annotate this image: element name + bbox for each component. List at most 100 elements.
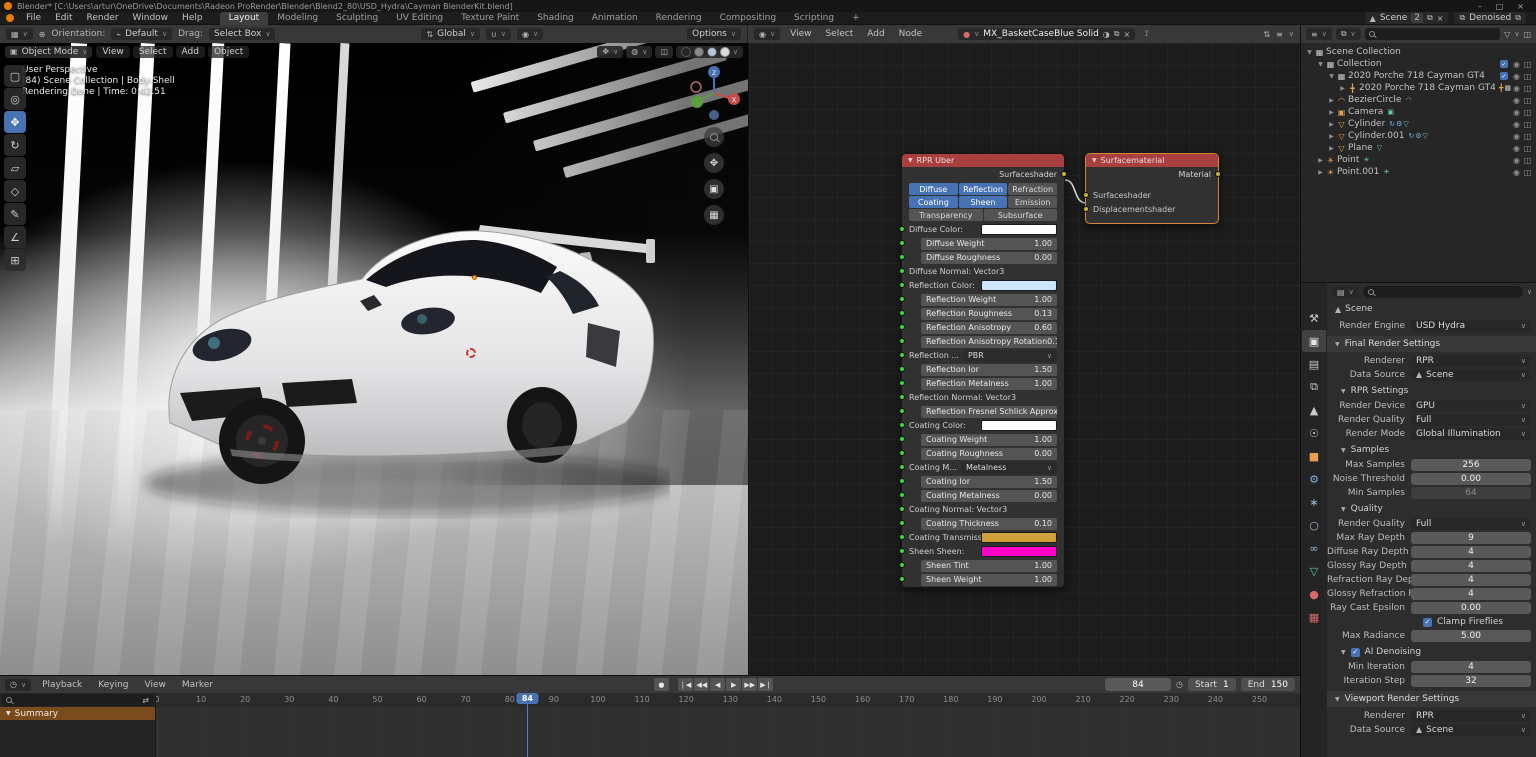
hide-eye-icon[interactable]: ◉ — [1511, 120, 1522, 129]
uber-param-sheen-sheen[interactable]: Sheen Sheen: — [909, 545, 1057, 558]
uber-param-coating-m[interactable]: Coating M...Metalness∨ — [909, 461, 1057, 474]
viewport-menu-object[interactable]: Object — [208, 46, 249, 58]
editor-type-button[interactable]: ▦∨ — [6, 28, 33, 40]
input-socket[interactable] — [899, 492, 905, 498]
setting-number-field[interactable]: 64 — [1411, 487, 1531, 499]
viewport-menu-add[interactable]: Add — [176, 46, 205, 58]
uber-param-diffuse-normal-vector3[interactable]: Diffuse Normal: Vector3 — [909, 265, 1057, 278]
rpr-uber-node[interactable]: ▼RPR Uber Surfaceshader DiffuseReflectio… — [901, 153, 1065, 588]
zoom-button[interactable] — [704, 127, 724, 147]
timeline-menu-keying[interactable]: Keying — [91, 680, 135, 690]
uber-param-reflection-roughness[interactable]: Reflection Roughness0.13 — [909, 307, 1057, 320]
outliner-item-cylinder-001[interactable]: ▶▽Cylinder.001↻⚙▽◉◫ — [1301, 130, 1536, 142]
properties-tab-scene[interactable]: ▲ — [1302, 399, 1326, 421]
setting-dropdown[interactable]: RPR∨ — [1411, 710, 1531, 722]
menu-render[interactable]: Render — [80, 13, 126, 23]
hide-eye-icon[interactable]: ◉ — [1511, 96, 1522, 105]
param-slider[interactable]: Reflection Weight1.00 — [921, 294, 1057, 306]
disable-render-icon[interactable]: ◫ — [1522, 132, 1533, 141]
properties-tab-output[interactable]: ▤ — [1302, 353, 1326, 375]
uber-param-reflection-normal-vector3[interactable]: Reflection Normal: Vector3 — [909, 391, 1057, 404]
uber-param-sheen-tint[interactable]: Sheen Tint1.00 — [909, 559, 1057, 572]
hide-eye-icon[interactable]: ◉ — [1511, 60, 1522, 69]
hide-eye-icon[interactable]: ◉ — [1511, 72, 1522, 81]
uber-param-diffuse-color[interactable]: Diffuse Color: — [909, 223, 1057, 236]
properties-type-button[interactable]: ▤∨ — [1332, 286, 1359, 298]
input-socket[interactable] — [899, 226, 905, 232]
expand-icon[interactable]: ▼ — [1316, 61, 1325, 68]
rotate-tool[interactable]: ↻ — [4, 134, 26, 156]
add-cube-tool[interactable]: ⊞ — [4, 249, 26, 271]
properties-tab-view-layer[interactable]: ⧉ — [1302, 376, 1326, 398]
input-socket[interactable] — [899, 506, 905, 512]
outliner-item-point[interactable]: ▶☀Point☀◉◫ — [1301, 154, 1536, 166]
properties-tab-material[interactable]: ● — [1302, 583, 1326, 605]
color-swatch[interactable] — [981, 420, 1057, 431]
setting-number-field[interactable]: 4 — [1411, 574, 1531, 586]
input-socket[interactable] — [899, 562, 905, 568]
disable-render-icon[interactable]: ◫ — [1522, 72, 1533, 81]
properties-tab-texture[interactable]: ▦ — [1302, 606, 1326, 628]
drag-dropdown[interactable]: Select Box∨ — [209, 28, 275, 40]
hide-eye-icon[interactable]: ◉ — [1511, 156, 1522, 165]
param-slider[interactable]: Coating Thickness0.10 — [921, 518, 1057, 530]
node-menu-node[interactable]: Node — [893, 29, 929, 39]
setting-number-field[interactable]: 4 — [1411, 560, 1531, 572]
output-socket[interactable] — [1061, 171, 1067, 177]
jump-to-end-button[interactable]: ▶❘ — [758, 678, 773, 691]
timeline-ruler[interactable]: 0102030405060708090100110120130140150160… — [0, 693, 1300, 707]
uber-param-reflection-ior[interactable]: Reflection Ior1.50 — [909, 363, 1057, 376]
expand-icon[interactable]: ▶ — [1316, 157, 1325, 164]
input-socket[interactable] — [899, 254, 905, 260]
expand-icon[interactable]: ▶ — [1327, 121, 1336, 128]
param-slider[interactable]: Coating Metalness0.00 — [921, 490, 1057, 502]
measure-tool[interactable]: ∠ — [4, 226, 26, 248]
move-tool[interactable]: ✥ — [4, 111, 26, 133]
hide-eye-icon[interactable]: ◉ — [1511, 144, 1522, 153]
param-slider[interactable]: Reflection Ior1.50 — [921, 364, 1057, 376]
outliner-item-collection[interactable]: ▼▦Collection✓◉◫ — [1301, 58, 1536, 70]
displacementshader-input-socket[interactable] — [1083, 206, 1089, 212]
input-socket[interactable] — [899, 282, 905, 288]
select-box-tool[interactable]: ▢ — [4, 65, 26, 87]
uber-param-diffuse-roughness[interactable]: Diffuse Roughness0.00 — [909, 251, 1057, 264]
unlink-material-icon[interactable]: × — [1124, 30, 1131, 39]
setting-number-field[interactable]: 32 — [1411, 675, 1531, 687]
record-button[interactable]: ● — [654, 678, 669, 691]
setting-dropdown[interactable]: USD Hydra∨ — [1411, 320, 1531, 332]
workspace-tab-shading[interactable]: Shading — [528, 12, 583, 25]
outliner-item-scene-collection[interactable]: ▼▦Scene Collection — [1301, 46, 1536, 58]
input-socket[interactable] — [899, 464, 905, 470]
jump-to-start-button[interactable]: ❘◀ — [678, 678, 693, 691]
properties-tab-render[interactable]: ▣ — [1302, 330, 1326, 352]
setting-dropdown[interactable]: RPR∨ — [1411, 355, 1531, 367]
setting-number-field[interactable]: 0.00 — [1411, 602, 1531, 614]
disable-render-icon[interactable]: ◫ — [1522, 120, 1533, 129]
workspace-tab-sculpting[interactable]: Sculpting — [327, 12, 387, 25]
panel-header-viewport-render-settings[interactable]: ▼Viewport Render Settings — [1327, 691, 1536, 707]
properties-tab-particles[interactable]: ∗ — [1302, 491, 1326, 513]
input-socket[interactable] — [899, 324, 905, 330]
setting-dropdown[interactable]: Full∨ — [1411, 414, 1531, 426]
color-swatch[interactable] — [981, 280, 1057, 291]
outliner-item-2020-porche-718-cayman-gt4[interactable]: ▶╋2020 Porche 718 Cayman GT4╋▦◉◫ — [1301, 82, 1536, 94]
hide-eye-icon[interactable]: ◉ — [1511, 84, 1522, 93]
param-slider[interactable]: Coating Ior1.50 — [921, 476, 1057, 488]
setting-number-field[interactable]: 9 — [1411, 532, 1531, 544]
lobe-refraction-button[interactable]: Refraction — [1008, 183, 1057, 195]
workspace-tab-layout[interactable]: Layout — [220, 12, 269, 25]
viewport-menu-select[interactable]: Select — [133, 46, 173, 58]
uber-param-coating-metalness[interactable]: Coating Metalness0.00 — [909, 489, 1057, 502]
viewport-3d[interactable]: ▣ Object Mode∨ ViewSelectAddObject ✥∨ ◍∨… — [0, 43, 748, 675]
new-view-layer-icon[interactable]: ⧉ — [1515, 13, 1521, 23]
timeline-track-area[interactable] — [0, 707, 1300, 757]
disable-render-icon[interactable]: ◫ — [1522, 144, 1533, 153]
input-socket[interactable] — [899, 240, 905, 246]
disable-render-icon[interactable]: ◫ — [1522, 168, 1533, 177]
lobe-diffuse-button[interactable]: Diffuse — [909, 183, 958, 195]
lobe-reflection-button[interactable]: Reflection — [959, 183, 1008, 195]
lobe-coating-button[interactable]: Coating — [909, 196, 958, 208]
param-slider[interactable]: Coating Roughness0.00 — [921, 448, 1057, 460]
panel-header-samples[interactable]: ▼Samples — [1327, 443, 1536, 457]
uber-param-reflection-weight[interactable]: Reflection Weight1.00 — [909, 293, 1057, 306]
